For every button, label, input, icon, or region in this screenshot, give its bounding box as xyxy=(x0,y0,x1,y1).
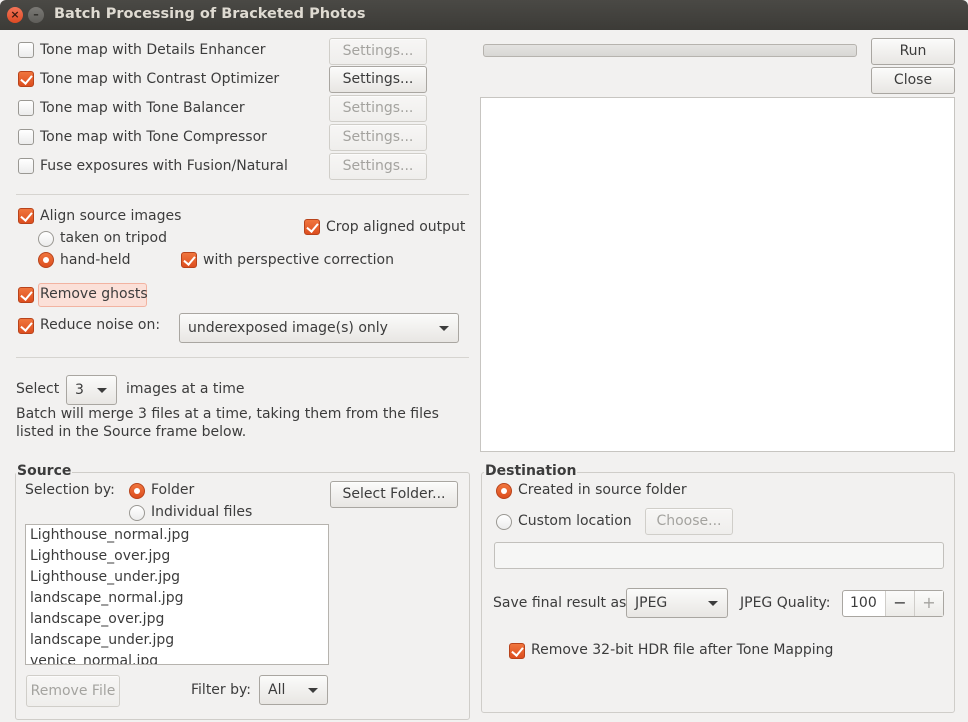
label-handheld: hand-held xyxy=(60,252,131,268)
plus-icon[interactable]: + xyxy=(914,591,943,616)
checkbox-fusion-natural[interactable] xyxy=(18,158,34,174)
close-button[interactable]: Close xyxy=(871,67,955,94)
label-fusion-natural: Fuse exposures with Fusion/Natural xyxy=(40,158,288,174)
destination-title: Destination xyxy=(484,463,578,479)
label-tone-balancer: Tone map with Tone Balancer xyxy=(40,100,245,116)
list-item[interactable]: Lighthouse_normal.jpg xyxy=(26,525,328,546)
close-window-icon[interactable]: × xyxy=(7,7,23,23)
label-crop-aligned: Crop aligned output xyxy=(326,219,466,235)
filter-dropdown-value: All xyxy=(268,682,286,698)
label-folder: Folder xyxy=(151,482,195,498)
custom-location-field[interactable] xyxy=(494,542,944,569)
noise-dropdown[interactable]: underexposed image(s) only xyxy=(179,313,459,343)
checkbox-remove-hdr[interactable] xyxy=(509,643,525,659)
label-tripod: taken on tripod xyxy=(60,230,167,246)
label-individual-files: Individual files xyxy=(151,504,253,520)
checkbox-tone-balancer[interactable] xyxy=(18,100,34,116)
format-dropdown-value: JPEG xyxy=(635,595,668,611)
label-details-enhancer: Tone map with Details Enhancer xyxy=(40,42,266,58)
chevron-down-icon xyxy=(439,326,449,331)
jpeg-quality-label: JPEG Quality: xyxy=(740,595,831,611)
radio-individual-files[interactable] xyxy=(129,505,145,521)
radio-handheld[interactable] xyxy=(38,252,54,268)
radio-tripod[interactable] xyxy=(38,231,54,247)
select-suffix: images at a time xyxy=(126,381,245,397)
checkbox-crop-aligned[interactable] xyxy=(304,219,320,235)
selection-by-label: Selection by: xyxy=(25,482,115,498)
list-item[interactable]: landscape_over.jpg xyxy=(26,609,328,630)
filter-dropdown[interactable]: All xyxy=(259,675,328,705)
separator xyxy=(16,194,469,195)
list-item[interactable]: Lighthouse_over.jpg xyxy=(26,546,328,567)
noise-dropdown-value: underexposed image(s) only xyxy=(188,320,388,336)
select-prefix: Select xyxy=(16,381,60,397)
output-log xyxy=(480,97,955,452)
images-count-value: 3 xyxy=(75,382,84,398)
label-created-in-source: Created in source folder xyxy=(518,482,687,498)
radio-created-in-source[interactable] xyxy=(496,483,512,499)
progress-bar xyxy=(483,44,857,57)
select-folder-button[interactable]: Select Folder... xyxy=(330,481,458,508)
format-dropdown[interactable]: JPEG xyxy=(626,588,728,618)
chevron-down-icon xyxy=(97,388,107,393)
title-bar: × – Batch Processing of Bracketed Photos xyxy=(0,0,968,30)
jpeg-quality-value[interactable]: 100 xyxy=(850,595,877,611)
file-list[interactable]: Lighthouse_normal.jpg Lighthouse_over.jp… xyxy=(25,524,329,665)
minimize-window-icon[interactable]: – xyxy=(28,7,44,23)
settings-button-fusion-natural[interactable]: Settings... xyxy=(329,153,427,180)
source-title: Source xyxy=(16,463,73,479)
label-custom-location: Custom location xyxy=(518,513,632,529)
jpeg-quality-spinner[interactable]: 100 − + xyxy=(842,590,944,617)
settings-button-details-enhancer[interactable]: Settings... xyxy=(329,38,427,65)
radio-folder[interactable] xyxy=(129,483,145,499)
checkbox-contrast-optimizer[interactable] xyxy=(18,71,34,87)
checkbox-reduce-noise[interactable] xyxy=(18,318,34,334)
settings-button-contrast-optimizer[interactable]: Settings... xyxy=(329,66,427,93)
images-count-dropdown[interactable]: 3 xyxy=(66,375,117,405)
label-reduce-noise: Reduce noise on: xyxy=(40,317,161,333)
settings-button-tone-compressor[interactable]: Settings... xyxy=(329,124,427,151)
checkbox-remove-ghosts[interactable] xyxy=(18,287,34,303)
list-item[interactable]: venice_normal.jpg xyxy=(26,651,328,664)
label-remove-ghosts: Remove ghosts xyxy=(40,286,148,302)
separator xyxy=(16,357,469,358)
save-as-label: Save final result as xyxy=(493,595,627,611)
list-item[interactable]: Lighthouse_under.jpg xyxy=(26,567,328,588)
label-tone-compressor: Tone map with Tone Compressor xyxy=(40,129,267,145)
label-remove-hdr: Remove 32-bit HDR file after Tone Mappin… xyxy=(531,642,834,658)
filter-by-label: Filter by: xyxy=(191,682,251,698)
window-title: Batch Processing of Bracketed Photos xyxy=(54,6,366,22)
label-contrast-optimizer: Tone map with Contrast Optimizer xyxy=(40,71,280,87)
checkbox-tone-compressor[interactable] xyxy=(18,129,34,145)
label-align-source: Align source images xyxy=(40,208,182,224)
checkbox-perspective-correction[interactable] xyxy=(181,252,197,268)
list-item[interactable]: landscape_normal.jpg xyxy=(26,588,328,609)
list-item[interactable]: landscape_under.jpg xyxy=(26,630,328,651)
radio-custom-location[interactable] xyxy=(496,514,512,530)
merge-note: Batch will merge 3 files at a time, taki… xyxy=(16,406,439,440)
chevron-down-icon xyxy=(708,601,718,606)
settings-button-tone-balancer[interactable]: Settings... xyxy=(329,95,427,122)
minus-icon[interactable]: − xyxy=(885,591,914,616)
run-button[interactable]: Run xyxy=(871,38,955,65)
chevron-down-icon xyxy=(308,688,318,693)
remove-file-button[interactable]: Remove File xyxy=(26,675,120,707)
checkbox-align-source[interactable] xyxy=(18,208,34,224)
checkbox-details-enhancer[interactable] xyxy=(18,42,34,58)
choose-button[interactable]: Choose... xyxy=(645,508,733,535)
label-perspective-correction: with perspective correction xyxy=(203,252,394,268)
